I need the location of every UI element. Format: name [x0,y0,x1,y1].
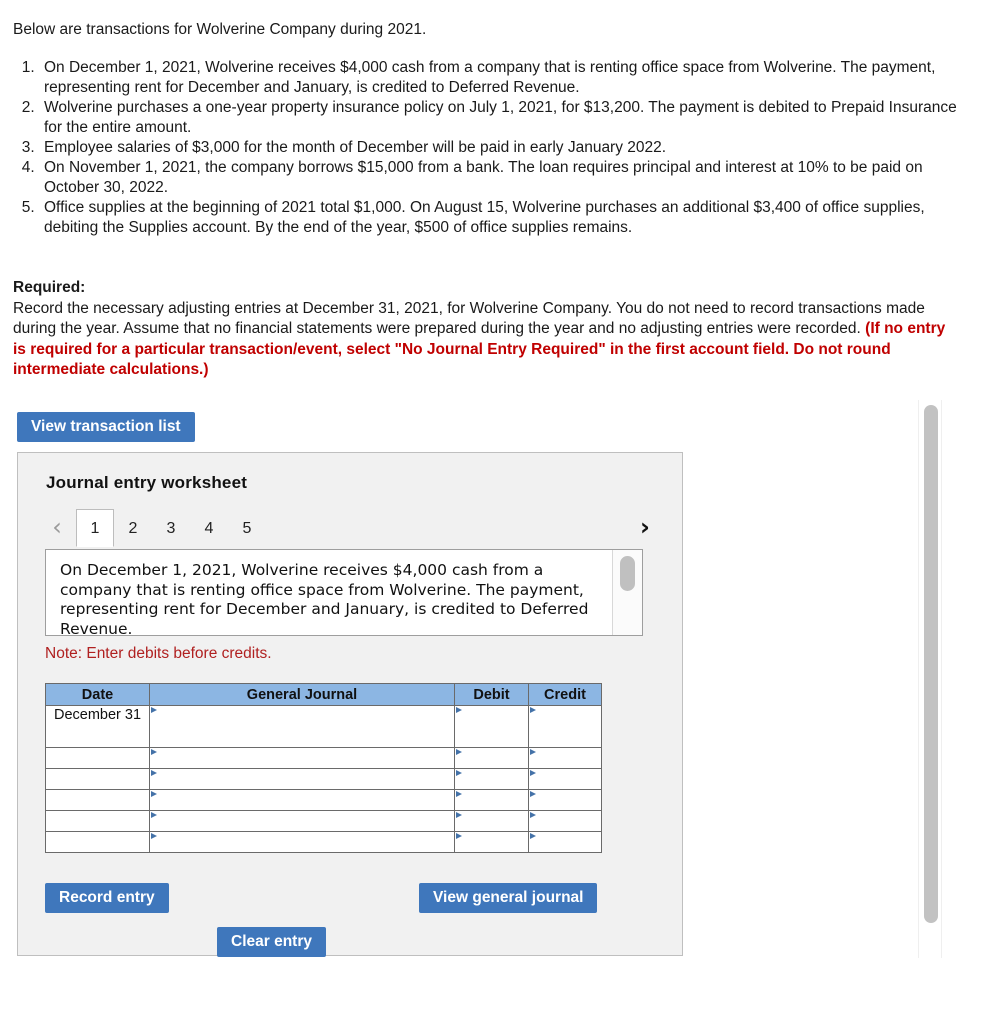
cell-date[interactable] [45,789,150,811]
cell-credit[interactable] [528,789,602,811]
cell-credit[interactable] [528,768,602,790]
cell-credit[interactable] [528,831,602,853]
table-row: December 31 [45,705,602,748]
cell-date[interactable] [45,831,150,853]
table-header-row: Date General Journal Debit Credit [45,683,602,706]
worksheet-tab-5[interactable]: 5 [228,509,266,547]
cell-debit[interactable] [454,705,529,748]
description-scrollbar-thumb[interactable] [620,556,635,591]
worksheet-title: Journal entry worksheet [46,473,248,492]
cell-general-journal[interactable] [149,705,455,748]
chevron-left-icon[interactable]: ‹ [46,513,68,541]
column-header-date: Date [45,683,150,706]
column-header-general-journal: General Journal [149,683,455,706]
cell-credit[interactable] [528,747,602,769]
transaction-item: On November 1, 2021, the company borrows… [39,158,958,198]
cell-date[interactable]: December 31 [45,705,150,748]
cell-credit[interactable] [528,810,602,832]
table-row [45,768,602,790]
worksheet-tabstrip: ‹ 1 2 3 4 5 › [46,509,656,547]
view-transaction-list-button[interactable]: View transaction list [17,412,195,442]
transaction-list: On December 1, 2021, Wolverine receives … [13,58,958,238]
cell-debit[interactable] [454,747,529,769]
page-root: Below are transactions for Wolverine Com… [0,0,994,1020]
cell-debit[interactable] [454,810,529,832]
transaction-description-text: On December 1, 2021, Wolverine receives … [60,561,589,636]
table-row [45,747,602,769]
table-row [45,831,602,853]
cell-date[interactable] [45,768,150,790]
cell-general-journal[interactable] [149,789,455,811]
transaction-item: Employee salaries of $3,000 for the mont… [39,138,958,158]
chevron-right-icon[interactable]: › [634,513,656,541]
cell-debit[interactable] [454,768,529,790]
cell-general-journal[interactable] [149,810,455,832]
worksheet-tab-4[interactable]: 4 [190,509,228,547]
table-row [45,810,602,832]
worksheet-tab-2[interactable]: 2 [114,509,152,547]
required-label: Required: [13,279,86,296]
general-journal-table: Date General Journal Debit Credit Decemb… [45,683,602,853]
page-scrollbar[interactable] [918,400,942,958]
transaction-item: Office supplies at the beginning of 2021… [39,198,958,238]
cell-debit[interactable] [454,831,529,853]
cell-date[interactable] [45,810,150,832]
transaction-item: On December 1, 2021, Wolverine receives … [39,58,958,98]
record-entry-button[interactable]: Record entry [45,883,169,913]
worksheet-tab-1[interactable]: 1 [76,509,114,547]
required-block: Required: Record the necessary adjusting… [13,278,948,381]
cell-date[interactable] [45,747,150,769]
intro-text: Below are transactions for Wolverine Com… [13,21,427,38]
cell-general-journal[interactable] [149,768,455,790]
table-row [45,789,602,811]
cell-debit[interactable] [454,789,529,811]
debits-before-credits-note: Note: Enter debits before credits. [45,645,272,662]
cell-credit[interactable] [528,705,602,748]
view-general-journal-button[interactable]: View general journal [419,883,598,913]
column-header-debit: Debit [454,683,529,706]
description-scrollbar[interactable] [612,550,642,635]
column-header-credit: Credit [528,683,602,706]
transaction-description-box: On December 1, 2021, Wolverine receives … [45,549,643,636]
cell-general-journal[interactable] [149,747,455,769]
transaction-item: Wolverine purchases a one-year property … [39,98,958,138]
page-scrollbar-thumb[interactable] [924,405,938,923]
clear-entry-button[interactable]: Clear entry [217,927,326,957]
worksheet-tab-3[interactable]: 3 [152,509,190,547]
worksheet-tabs: 1 2 3 4 5 [76,509,266,547]
cell-general-journal[interactable] [149,831,455,853]
required-body: Record the necessary adjusting entries a… [13,299,925,338]
